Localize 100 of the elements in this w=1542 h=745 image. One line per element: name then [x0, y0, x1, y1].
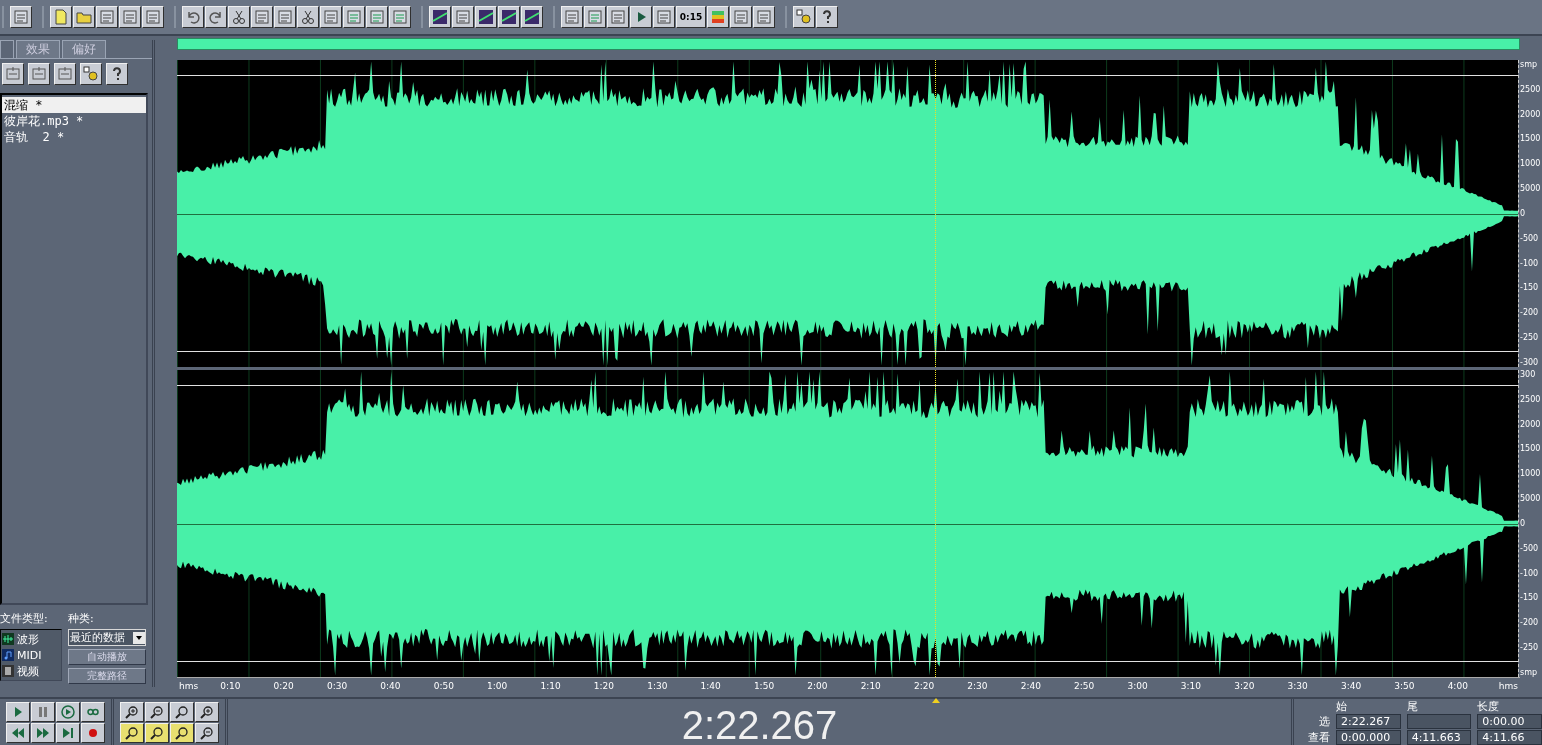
cut-button[interactable]	[297, 6, 319, 28]
wave-view-button[interactable]	[584, 6, 606, 28]
play-button[interactable]	[6, 701, 30, 722]
save-all-button[interactable]	[142, 6, 164, 28]
checkbox-button[interactable]	[452, 6, 474, 28]
mix-paste-button[interactable]	[343, 6, 365, 28]
overview-bar[interactable]	[177, 38, 1520, 50]
zoom-vertical-in-button[interactable]	[195, 701, 219, 722]
time-label: 2:40	[1020, 681, 1041, 691]
redo-button[interactable]	[205, 6, 227, 28]
insert-track-button[interactable]	[28, 63, 50, 85]
level-view-button[interactable]	[707, 6, 729, 28]
undo-icon	[185, 9, 201, 25]
new-file-button[interactable]	[50, 6, 72, 28]
time-field[interactable]: 0:00.000	[1336, 730, 1401, 745]
amplitude-label: 0	[1520, 208, 1527, 218]
file-type-text[interactable]: 视频	[17, 663, 39, 679]
amplitude-label: -200	[1520, 308, 1540, 318]
time-field[interactable]: 4:11.663	[1406, 730, 1472, 745]
zoom-out-button[interactable]	[145, 701, 169, 722]
spectrum-grid-icon	[501, 9, 517, 25]
fast-forward-button[interactable]	[31, 722, 55, 743]
envelope-icon	[432, 9, 448, 25]
close-file-button[interactable]	[2, 63, 24, 85]
help-button[interactable]	[106, 63, 128, 85]
time-label: 0:50	[433, 681, 454, 691]
amplitude-label: -200	[1520, 618, 1540, 628]
spectrum-grid-button[interactable]	[498, 6, 520, 28]
go-to-end-button[interactable]	[56, 722, 80, 743]
help-button[interactable]	[816, 6, 838, 28]
time-field[interactable]: 2:22.267	[1336, 714, 1401, 729]
mix-track-button[interactable]	[54, 63, 76, 85]
spectrum-view-button[interactable]	[521, 6, 543, 28]
pause-button[interactable]	[31, 701, 55, 722]
time-label: 1:10	[540, 681, 561, 691]
record-button[interactable]	[81, 722, 105, 743]
amplitude-label: 1500	[1520, 444, 1542, 454]
zoom-full-button[interactable]	[170, 701, 194, 722]
save-button[interactable]	[96, 6, 118, 28]
time-label: 3:20	[1234, 681, 1255, 691]
row-label: 查看	[1307, 730, 1330, 745]
insert-button[interactable]	[366, 6, 388, 28]
amplitude-label: 5000	[1520, 494, 1542, 504]
play-button[interactable]	[630, 6, 652, 28]
loop-wave-button[interactable]	[389, 6, 411, 28]
undo-button[interactable]	[182, 6, 204, 28]
fast-forward-icon	[36, 725, 50, 740]
time-field[interactable]: 4:11.66	[1477, 730, 1542, 745]
sort-dropdown[interactable]: 最近的数据	[68, 629, 146, 646]
panel-view-button[interactable]	[561, 6, 583, 28]
multitrack-view-button[interactable]	[10, 6, 32, 28]
zoom-right-button[interactable]	[145, 722, 169, 743]
amplitude-label: -100	[1520, 568, 1540, 578]
time-label: 3:50	[1394, 681, 1415, 691]
magnifier-icon	[125, 704, 139, 719]
magnifier-icon	[150, 725, 164, 740]
trim-button[interactable]	[251, 6, 273, 28]
go-to-end-icon	[61, 725, 75, 740]
amplitude-label: -300	[1520, 357, 1540, 367]
zoom-vertical-out-button[interactable]	[195, 722, 219, 743]
magnifier-icon	[175, 704, 189, 719]
zoom-view-button[interactable]	[653, 6, 675, 28]
amplitude-label: 2500	[1520, 394, 1542, 404]
zoom-in-button[interactable]	[120, 701, 144, 722]
time-label: 0:10	[220, 681, 241, 691]
file-type-text[interactable]: MIDI	[17, 648, 42, 662]
level-view-icon	[710, 9, 726, 25]
column-header: 尾	[1406, 701, 1419, 713]
amplitude-label: 1000	[1520, 469, 1542, 479]
copy-button[interactable]	[274, 6, 296, 28]
scissors-button[interactable]	[228, 6, 250, 28]
meter-view-button[interactable]	[730, 6, 752, 28]
open-folder-button[interactable]	[73, 6, 95, 28]
file-item[interactable]: 混缩 *	[2, 97, 146, 113]
panel-button[interactable]: 完整路径	[68, 668, 146, 684]
file-item[interactable]: 彼岸花.mp3 *	[2, 113, 146, 129]
time-label: 3:10	[1180, 681, 1202, 691]
rewind-button[interactable]	[6, 722, 30, 743]
file-item[interactable]: 音轨 2 *	[2, 129, 146, 145]
status-view-button[interactable]	[753, 6, 775, 28]
time-field[interactable]: 0:00.00	[1477, 714, 1542, 729]
panel-button[interactable]: 自动播放	[68, 649, 146, 665]
settings-button[interactable]	[793, 6, 815, 28]
settings-button[interactable]	[80, 63, 102, 85]
time-label: 2:10	[860, 681, 881, 691]
save-as-button[interactable]	[119, 6, 141, 28]
envelope-button[interactable]	[429, 6, 451, 28]
timecode-button[interactable]: 0:15	[676, 6, 706, 28]
amplitude-label: smp	[1520, 60, 1539, 69]
play-to-end-button[interactable]	[56, 701, 80, 722]
amplitude-label: smp	[1520, 667, 1539, 677]
loop-button[interactable]	[81, 701, 105, 722]
zoom-left-button[interactable]	[120, 722, 144, 743]
play-view-button[interactable]	[607, 6, 629, 28]
spectrum-button[interactable]	[475, 6, 497, 28]
time-field[interactable]	[1406, 714, 1472, 729]
time-label: 2:30	[967, 681, 988, 691]
file-type-text[interactable]: 波形	[17, 631, 39, 647]
zoom-selection-button[interactable]	[170, 722, 194, 743]
paste-button[interactable]	[320, 6, 342, 28]
